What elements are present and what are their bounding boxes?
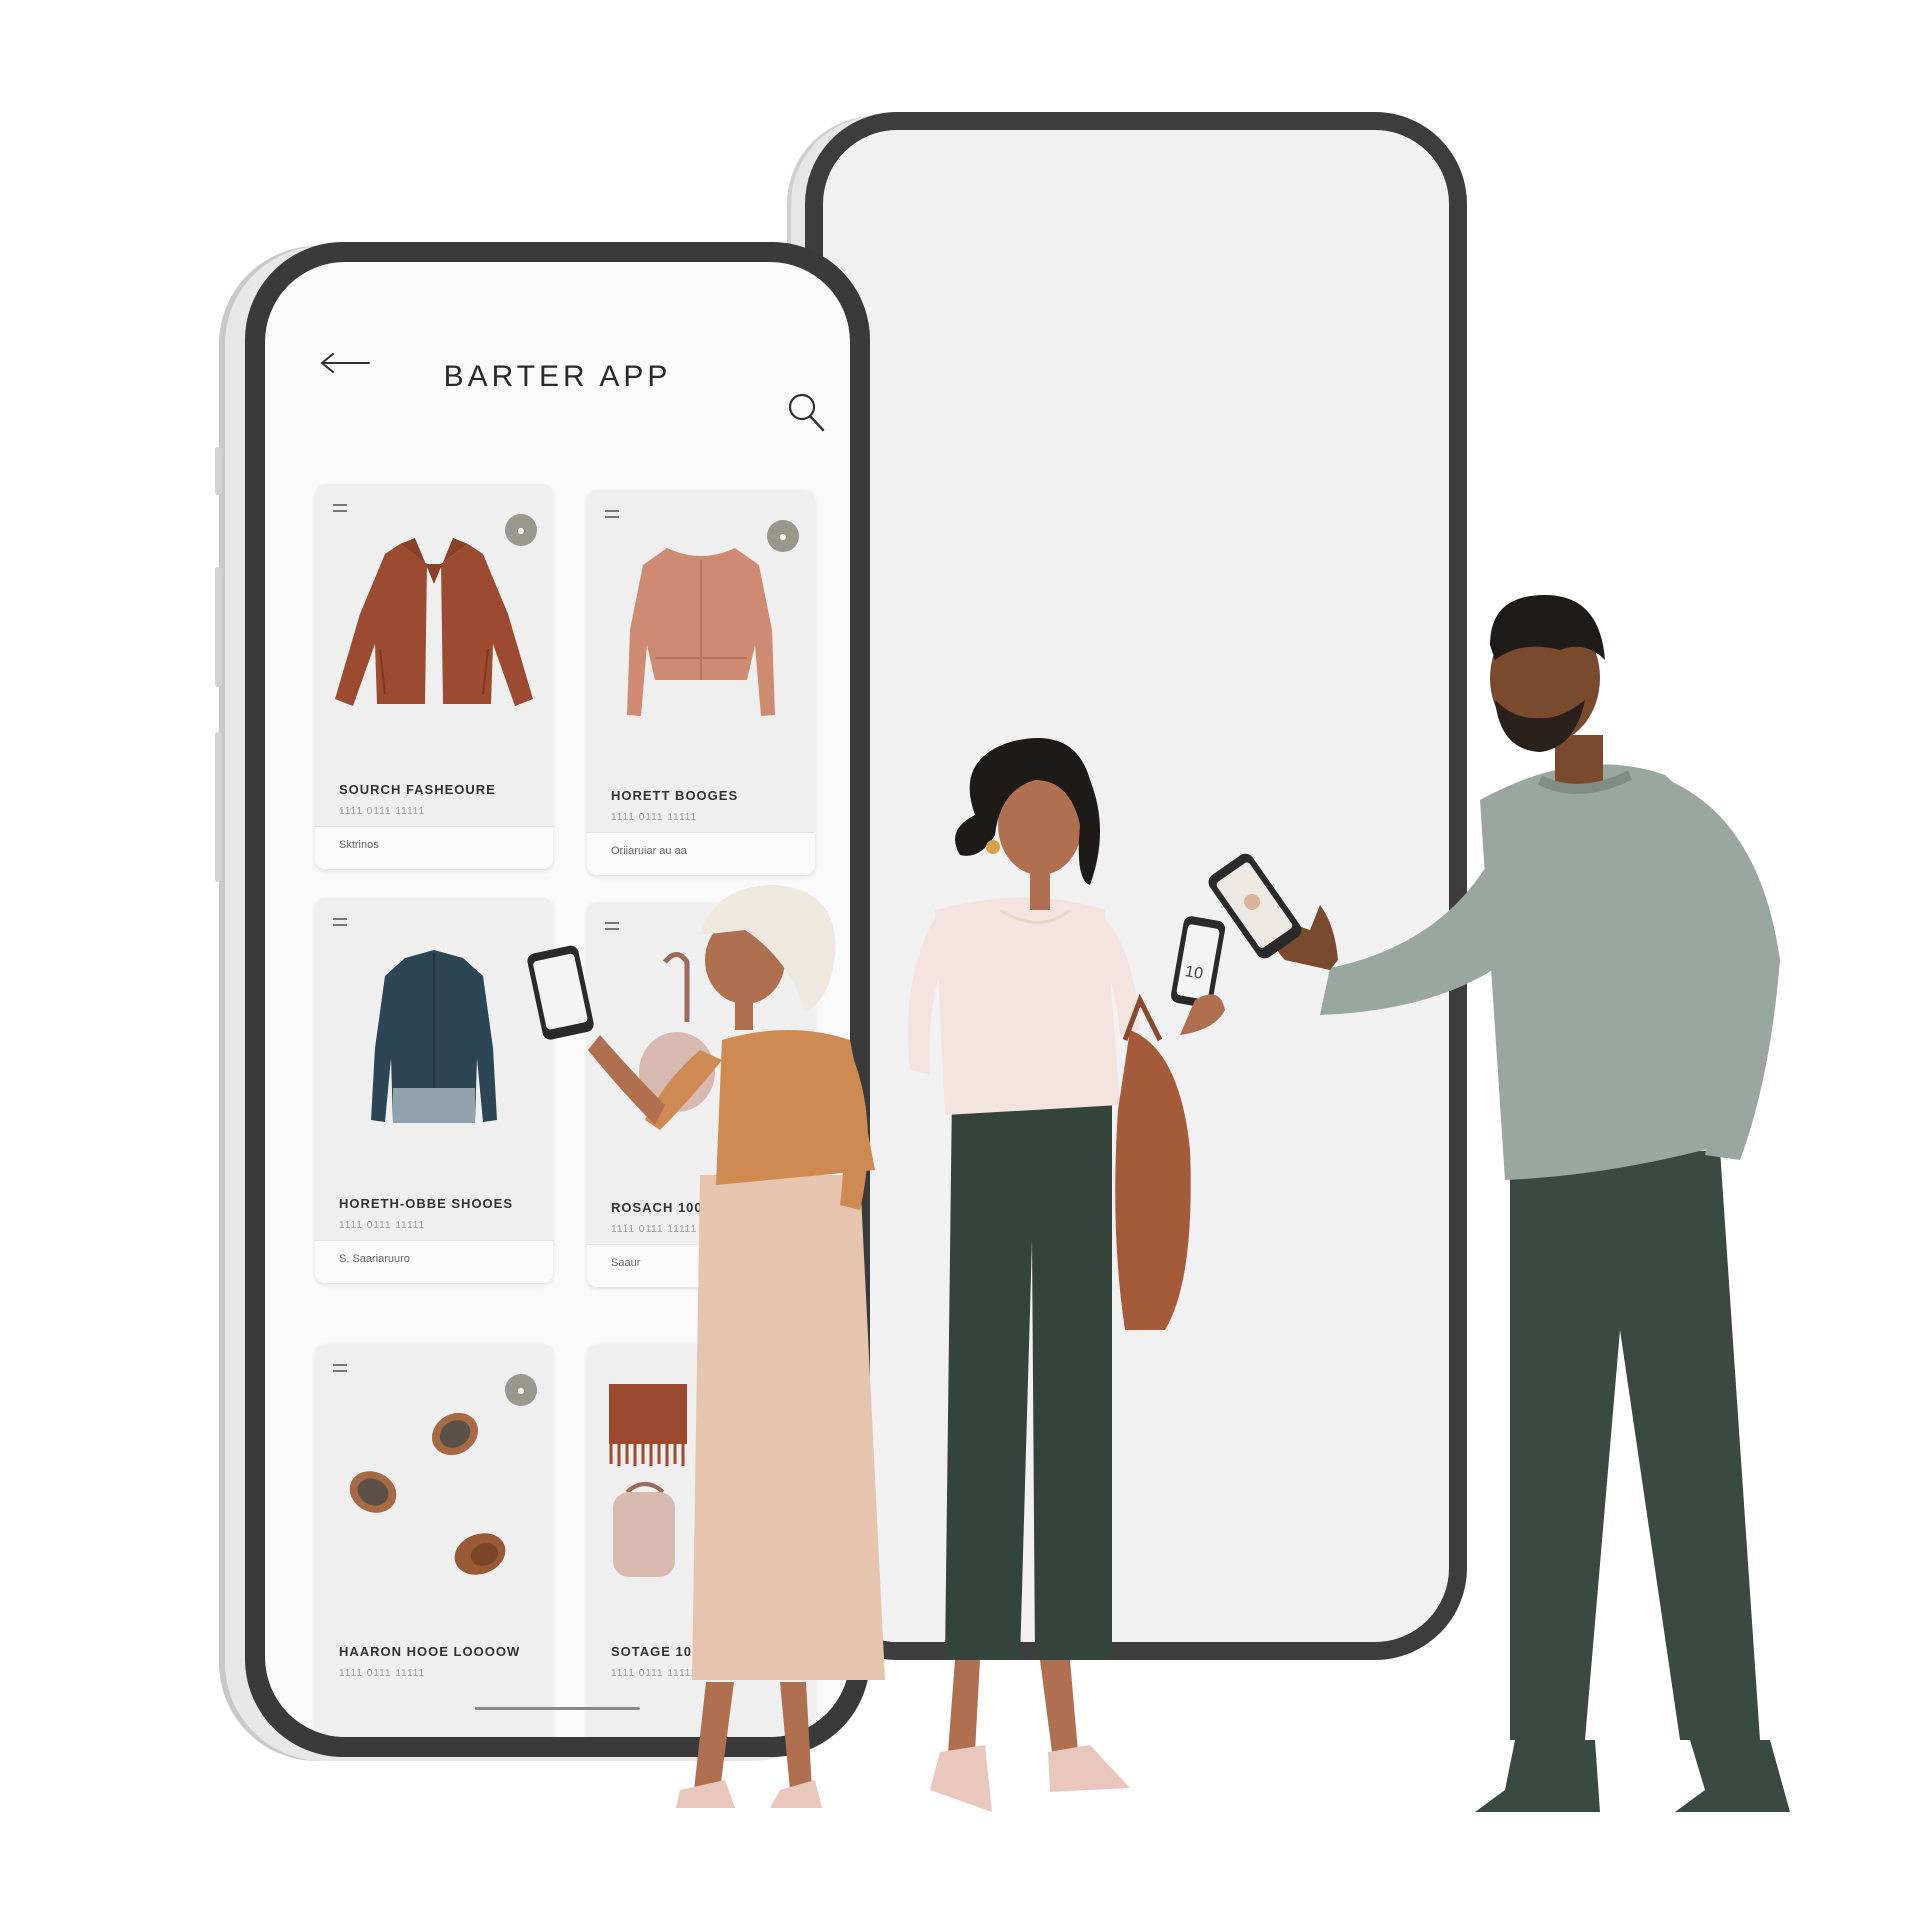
held-phone-text: 10	[1184, 963, 1205, 983]
man-in-grey-sweater	[1208, 595, 1790, 1812]
people-illustration: 10	[527, 595, 1790, 1812]
woman-with-white-hair	[527, 885, 885, 1808]
woman-with-tote-bag: 10	[907, 737, 1226, 1812]
